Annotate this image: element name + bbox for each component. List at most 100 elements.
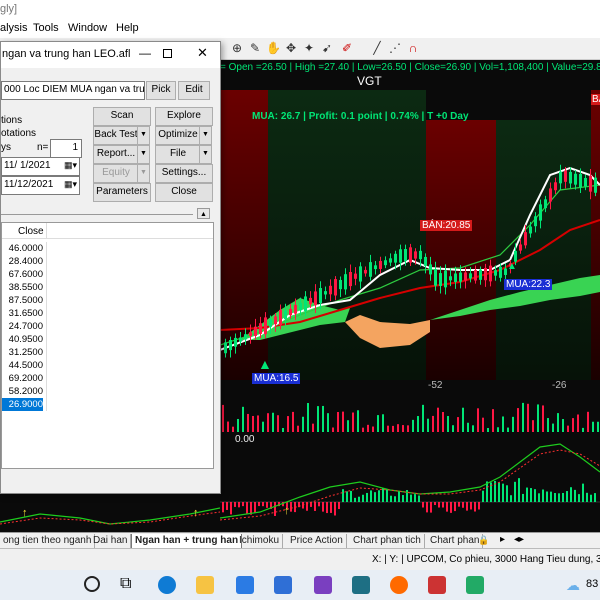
table-row[interactable]: 40.9500	[2, 333, 213, 346]
volume-bar	[552, 423, 554, 432]
tab-chart-analysis[interactable]: Chart phan tich	[350, 534, 425, 548]
scan-button[interactable]: Scan	[93, 107, 151, 126]
equity-dropdown-icon[interactable]: ▼	[137, 164, 150, 183]
candle-body	[344, 274, 347, 290]
lock-icon[interactable]: 🔒	[478, 535, 489, 546]
volume-bar	[437, 407, 439, 432]
volume-bar	[292, 411, 294, 432]
mail-icon[interactable]	[274, 576, 292, 594]
search-icon[interactable]	[84, 576, 100, 592]
calendar-icon[interactable]: ▦▾	[64, 177, 77, 192]
table-row[interactable]: 46.0000	[2, 242, 213, 255]
table-row[interactable]: 69.2000	[2, 372, 213, 385]
table-row[interactable]: 58.2000	[2, 385, 213, 398]
optimize-button[interactable]: Optimize	[155, 126, 201, 145]
status-text: X: | Y: | UPCOM, Co phieu, 3000 Hang Tie…	[372, 554, 600, 565]
close-value: 31.2500	[8, 347, 43, 358]
report-dropdown-icon[interactable]: ▼	[137, 145, 150, 164]
hand-icon[interactable]: ✋	[266, 41, 281, 55]
mic-icon[interactable]	[390, 576, 408, 594]
menu-tools[interactable]: Tools	[33, 22, 59, 34]
table-row[interactable]: 31.2500	[2, 346, 213, 359]
candle-body	[454, 273, 457, 282]
magnet-icon[interactable]: ∩	[406, 41, 420, 55]
pick-button[interactable]: Pick	[146, 81, 176, 100]
color-pen-icon[interactable]: ✐	[340, 41, 354, 55]
volume-bar	[522, 402, 524, 432]
table-row[interactable]: 26.9000	[2, 398, 213, 411]
table-row[interactable]: 44.5000	[2, 359, 213, 372]
edit-button[interactable]: Edit	[178, 81, 210, 100]
optimize-dropdown-icon[interactable]: ▼	[199, 126, 212, 145]
oscillator-panel[interactable]: 0.00 ↑	[220, 432, 600, 532]
backtest-button[interactable]: Back Test	[93, 126, 139, 145]
volume-bar	[227, 421, 229, 432]
table-row[interactable]: 28.4000	[2, 255, 213, 268]
pattern-icon[interactable]: ✎	[248, 41, 262, 55]
amibroker-icon[interactable]	[428, 576, 446, 594]
histogram-bar	[546, 491, 548, 502]
pan-icon[interactable]: ✥	[284, 41, 298, 55]
menu-help[interactable]: Help	[116, 22, 139, 34]
close-value: 69.2000	[8, 373, 43, 384]
wand-icon[interactable]: ✦	[302, 41, 316, 55]
app-icon[interactable]	[314, 576, 332, 594]
dialog-title-bar: ngan va trung han LEO.afl — ✕	[1, 42, 220, 68]
from-date-picker[interactable]: 11/ 1/2021 ▦▾	[1, 157, 80, 176]
candle-body	[529, 226, 532, 234]
app2-icon[interactable]	[352, 576, 370, 594]
settings-button[interactable]: Settings...	[155, 164, 213, 183]
table-row[interactable]: 38.5500	[2, 281, 213, 294]
tab-scroll-right-icon[interactable]: ◂▸	[514, 534, 524, 545]
pointer-icon[interactable]: ➹	[320, 41, 334, 55]
buy-label-2: MUA:22.3	[504, 279, 553, 290]
tab-short-mid-term[interactable]: Ngan han + trung han	[131, 534, 243, 549]
backtest-dropdown-icon[interactable]: ▼	[137, 126, 150, 145]
tab-scroll-left-icon[interactable]: ▸	[500, 534, 505, 545]
close-button[interactable]: Close	[155, 183, 213, 202]
app3-icon[interactable]	[466, 576, 484, 594]
histogram-bar	[590, 494, 592, 502]
tab-chart-phan[interactable]: Chart phan	[427, 534, 484, 548]
file-button[interactable]: File	[155, 145, 201, 164]
column-header-close[interactable]: Close	[18, 226, 44, 237]
equity-button[interactable]: Equity	[93, 164, 139, 183]
histogram-bar	[482, 490, 484, 502]
candle-body	[469, 273, 472, 279]
n-days-input[interactable]: 1	[50, 139, 82, 158]
store-icon[interactable]	[236, 576, 254, 594]
collapse-icon[interactable]: ▲	[197, 208, 210, 219]
explore-button[interactable]: Explore	[155, 107, 213, 126]
table-row[interactable]: 31.6500	[2, 307, 213, 320]
price-chart[interactable]: = Open =26.50 | High =27.40 | Low=26.50 …	[220, 60, 600, 432]
maximize-icon[interactable]	[163, 49, 172, 58]
edge-icon[interactable]	[158, 576, 176, 594]
to-date-picker[interactable]: 11/12/2021 ▦▾	[1, 176, 80, 195]
formula-field[interactable]: 000 Loc DIEM MUA ngan va trung han	[1, 81, 145, 100]
tab-long-term[interactable]: Dai han	[90, 534, 132, 548]
zoom-icon[interactable]: ⊕	[230, 41, 244, 55]
line-tool-icon[interactable]: ╱	[370, 41, 384, 55]
tab-price-action[interactable]: Price Action	[287, 534, 347, 548]
tab-ichimoku[interactable]: Ichimoku	[236, 534, 284, 548]
histogram-bar	[374, 492, 376, 502]
histogram-bar	[402, 495, 404, 502]
menu-analysis[interactable]: alysis	[0, 22, 28, 34]
calendar-icon[interactable]: ▦▾	[64, 158, 77, 173]
tab-money-flow[interactable]: ong tien theo nganh	[0, 534, 96, 548]
menu-window[interactable]: Window	[68, 22, 107, 34]
table-row[interactable]: 87.5000	[2, 294, 213, 307]
dotted-line-icon[interactable]: ⋰	[388, 41, 402, 55]
task-view-icon[interactable]: ⧉	[120, 575, 131, 593]
table-row[interactable]: 24.7000	[2, 320, 213, 333]
close-icon[interactable]: ✕	[197, 45, 208, 61]
histogram-bar	[358, 496, 360, 502]
report-button[interactable]: Report...	[93, 145, 139, 164]
explorer-icon[interactable]	[196, 576, 214, 594]
file-dropdown-icon[interactable]: ▼	[199, 145, 212, 164]
parameters-button[interactable]: Parameters	[93, 183, 151, 202]
results-table[interactable]: Close 46.0000 28.4000 67.6000 38.5500 87.500…	[1, 222, 214, 469]
apply-to-label: tions	[1, 115, 23, 126]
minimize-icon[interactable]: —	[139, 46, 151, 60]
table-row[interactable]: 67.6000	[2, 268, 213, 281]
